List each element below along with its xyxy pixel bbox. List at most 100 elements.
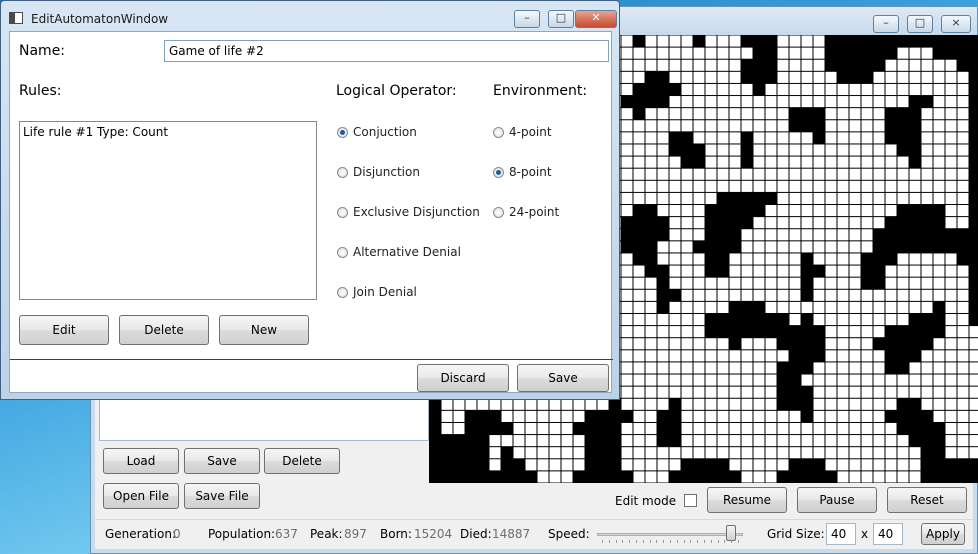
life-cell[interactable] xyxy=(861,168,873,180)
life-cell[interactable] xyxy=(765,410,777,422)
life-cell[interactable] xyxy=(957,338,969,350)
life-cell[interactable] xyxy=(897,447,909,459)
life-cell[interactable] xyxy=(741,398,753,410)
life-cell[interactable] xyxy=(669,205,681,217)
life-cell[interactable] xyxy=(789,301,801,313)
life-cell[interactable] xyxy=(657,459,669,471)
life-cell[interactable] xyxy=(897,471,909,483)
life-cell[interactable] xyxy=(633,338,645,350)
life-cell[interactable] xyxy=(957,83,969,96)
life-cell[interactable] xyxy=(837,265,849,277)
life-cell[interactable] xyxy=(741,120,753,132)
life-cell[interactable] xyxy=(921,265,933,277)
life-cell[interactable] xyxy=(945,156,957,168)
life-cell[interactable] xyxy=(873,120,885,132)
maximize-icon[interactable]: □ xyxy=(548,10,574,28)
life-cell[interactable] xyxy=(957,374,969,386)
life-cell[interactable] xyxy=(945,301,957,313)
life-cell[interactable] xyxy=(753,120,765,132)
life-cell[interactable] xyxy=(657,362,669,374)
life-cell[interactable] xyxy=(861,301,873,313)
life-cell[interactable] xyxy=(885,435,897,447)
life-cell[interactable] xyxy=(777,108,789,120)
life-cell[interactable] xyxy=(957,132,969,144)
life-cell[interactable] xyxy=(849,338,861,350)
minimize-icon[interactable]: – xyxy=(514,10,540,28)
life-cell[interactable] xyxy=(897,301,909,313)
life-cell[interactable] xyxy=(801,422,813,435)
life-cell[interactable] xyxy=(849,313,861,326)
life-cell[interactable] xyxy=(969,326,978,338)
life-cell[interactable] xyxy=(693,422,705,435)
life-cell[interactable] xyxy=(849,362,861,374)
life-cell[interactable] xyxy=(645,435,657,447)
life-cell[interactable] xyxy=(465,398,477,410)
life-cell[interactable] xyxy=(837,398,849,410)
life-cell[interactable] xyxy=(741,471,753,483)
life-cell[interactable] xyxy=(909,374,921,386)
life-cell[interactable] xyxy=(861,374,873,386)
minimize-icon[interactable]: – xyxy=(873,15,899,33)
life-cell[interactable] xyxy=(825,241,837,253)
life-cell[interactable] xyxy=(621,59,633,71)
life-cell[interactable] xyxy=(717,386,729,398)
life-cell[interactable] xyxy=(441,398,453,410)
life-cell[interactable] xyxy=(861,289,873,301)
life-cell[interactable] xyxy=(873,374,885,386)
life-cell[interactable] xyxy=(957,422,969,435)
life-cell[interactable] xyxy=(645,132,657,144)
life-cell[interactable] xyxy=(681,435,693,447)
life-cell[interactable] xyxy=(849,108,861,120)
life-cell[interactable] xyxy=(921,168,933,180)
life-cell[interactable] xyxy=(885,471,897,483)
life-cell[interactable] xyxy=(525,447,537,459)
life-cell[interactable] xyxy=(621,435,633,447)
life-cell[interactable] xyxy=(645,447,657,459)
life-cell[interactable] xyxy=(741,47,753,59)
life-cell[interactable] xyxy=(837,277,849,289)
life-cell[interactable] xyxy=(777,422,789,435)
life-cell[interactable] xyxy=(621,277,633,289)
life-cell[interactable] xyxy=(765,338,777,350)
life-cell[interactable] xyxy=(849,168,861,180)
life-cell[interactable] xyxy=(825,374,837,386)
life-cell[interactable] xyxy=(717,120,729,132)
life-cell[interactable] xyxy=(897,374,909,386)
life-cell[interactable] xyxy=(693,132,705,144)
life-cell[interactable] xyxy=(873,156,885,168)
life-cell[interactable] xyxy=(897,71,909,83)
life-cell[interactable] xyxy=(825,386,837,398)
life-cell[interactable] xyxy=(753,447,765,459)
life-cell[interactable] xyxy=(729,459,741,471)
life-cell[interactable] xyxy=(657,192,669,205)
life-cell[interactable] xyxy=(705,362,717,374)
life-cell[interactable] xyxy=(621,180,633,192)
life-cell[interactable] xyxy=(693,217,705,229)
life-cell[interactable] xyxy=(777,435,789,447)
edit-mode-checkbox[interactable] xyxy=(684,494,697,507)
life-cell[interactable] xyxy=(825,338,837,350)
life-cell[interactable] xyxy=(537,471,549,483)
life-cell[interactable] xyxy=(633,289,645,301)
life-cell[interactable] xyxy=(957,326,969,338)
life-cell[interactable] xyxy=(789,435,801,447)
life-cell[interactable] xyxy=(729,59,741,71)
life-cell[interactable] xyxy=(645,289,657,301)
life-cell[interactable] xyxy=(897,253,909,265)
life-cell[interactable] xyxy=(885,289,897,301)
life-cell[interactable] xyxy=(681,241,693,253)
life-cell[interactable] xyxy=(753,374,765,386)
life-cell[interactable] xyxy=(873,422,885,435)
life-cell[interactable] xyxy=(717,144,729,156)
life-cell[interactable] xyxy=(789,132,801,144)
save-button[interactable]: Save xyxy=(184,448,260,474)
life-cell[interactable] xyxy=(501,398,513,410)
life-cell[interactable] xyxy=(561,410,573,422)
life-cell[interactable] xyxy=(669,374,681,386)
life-cell[interactable] xyxy=(633,386,645,398)
life-cell[interactable] xyxy=(945,144,957,156)
life-cell[interactable] xyxy=(633,71,645,83)
life-cell[interactable] xyxy=(873,144,885,156)
life-cell[interactable] xyxy=(873,471,885,483)
pause-button[interactable]: Pause xyxy=(797,487,877,513)
